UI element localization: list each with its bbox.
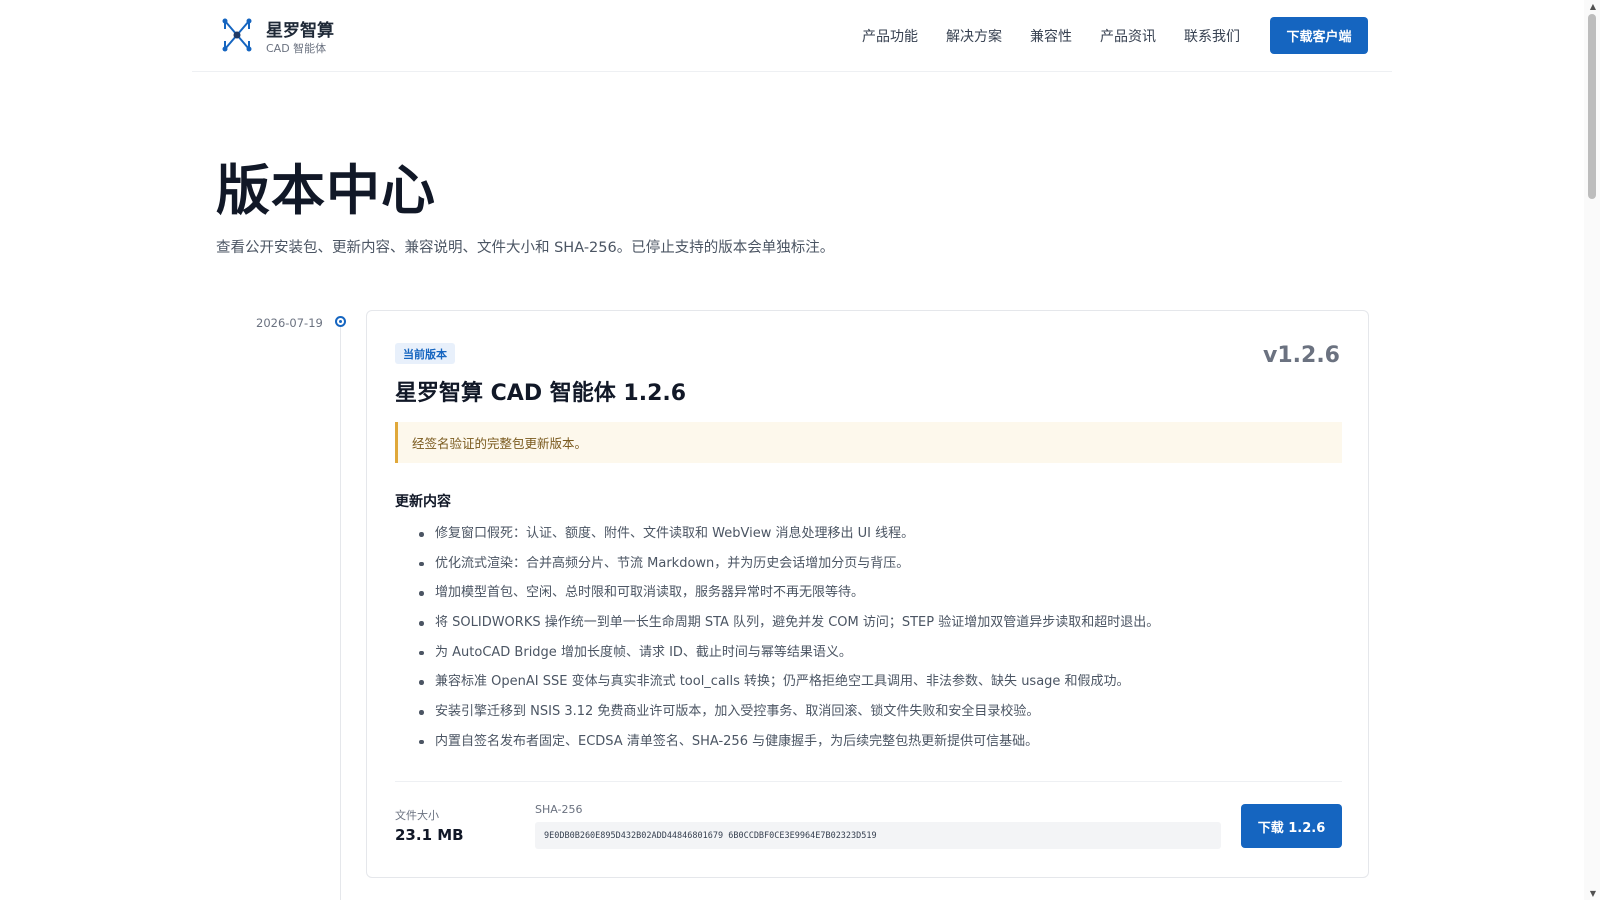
timeline-dot-icon: [335, 316, 346, 327]
brand-subtitle: CAD 智能体: [266, 42, 327, 55]
release-title: 星罗智算 CAD 智能体 1.2.6: [395, 381, 687, 406]
list-item: 修复窗口假死：认证、额度、附件、文件读取和 WebView 消息处理移出 UI …: [419, 519, 1339, 549]
scroll-down-icon[interactable]: ▼: [1590, 889, 1596, 898]
nav-link-news[interactable]: 产品资讯: [1100, 26, 1156, 46]
changes-title: 更新内容: [395, 494, 451, 510]
list-item: 将 SOLIDWORKS 操作统一到单一长生命周期 STA 队列，避免并发 CO…: [419, 608, 1339, 638]
release-date: 2026-07-19: [256, 316, 323, 330]
list-item: 优化流式渲染：合并高频分片、节流 Markdown，并为历史会话增加分页与背压。: [419, 549, 1339, 579]
sha256-value[interactable]: 9E0DB0B260E895D432B02ADD44846801679 6B0C…: [535, 822, 1221, 849]
card-divider: [395, 781, 1342, 782]
download-client-button[interactable]: 下载客户端: [1270, 17, 1368, 54]
scroll-thumb[interactable]: [1588, 14, 1596, 199]
list-item: 兼容标准 OpenAI SSE 变体与真实非流式 tool_calls 转换；仍…: [419, 667, 1339, 697]
current-version-badge: 当前版本: [395, 343, 455, 364]
nav-link-contact[interactable]: 联系我们: [1184, 26, 1240, 46]
scrollbar[interactable]: ▲ ▼: [1584, 0, 1600, 900]
nav-link-compatibility[interactable]: 兼容性: [1030, 26, 1072, 46]
page-title: 版本中心: [216, 159, 436, 222]
file-size-value: 23.1 MB: [395, 826, 464, 844]
list-item: 内置自签名发布者固定、ECDSA 清单签名、SHA-256 与健康握手，为后续完…: [419, 727, 1339, 757]
nav-link-solutions[interactable]: 解决方案: [946, 26, 1002, 46]
logo-icon[interactable]: [220, 16, 254, 54]
list-item: 安装引擎迁移到 NSIS 3.12 免费商业许可版本，加入受控事务、取消回滚、锁…: [419, 697, 1339, 727]
version-tag: v1.2.6: [1263, 343, 1340, 368]
release-card: 当前版本 v1.2.6 星罗智算 CAD 智能体 1.2.6 经签名验证的完整包…: [366, 310, 1369, 878]
scroll-up-icon[interactable]: ▲: [1590, 2, 1596, 11]
site-header: 星罗智算 CAD 智能体 产品功能 解决方案 兼容性 产品资讯 联系我们 下载客…: [192, 0, 1392, 72]
nav-link-features[interactable]: 产品功能: [862, 26, 918, 46]
page-description: 查看公开安装包、更新内容、兼容说明、文件大小和 SHA-256。已停止支持的版本…: [216, 240, 835, 256]
changes-list: 修复窗口假死：认证、额度、附件、文件读取和 WebView 消息处理移出 UI …: [419, 519, 1339, 757]
list-item: 为 AutoCAD Bridge 增加长度帧、请求 ID、截止时间与幂等结果语义…: [419, 638, 1339, 668]
release-notice: 经签名验证的完整包更新版本。: [395, 422, 1342, 463]
timeline-line: [340, 327, 341, 900]
file-size-label: 文件大小: [395, 809, 439, 822]
sha256-label: SHA-256: [535, 803, 583, 816]
list-item: 增加模型首包、空闲、总时限和可取消读取，服务器异常时不再无限等待。: [419, 578, 1339, 608]
brand-name[interactable]: 星罗智算: [266, 16, 334, 41]
download-release-button[interactable]: 下载 1.2.6: [1241, 804, 1342, 848]
